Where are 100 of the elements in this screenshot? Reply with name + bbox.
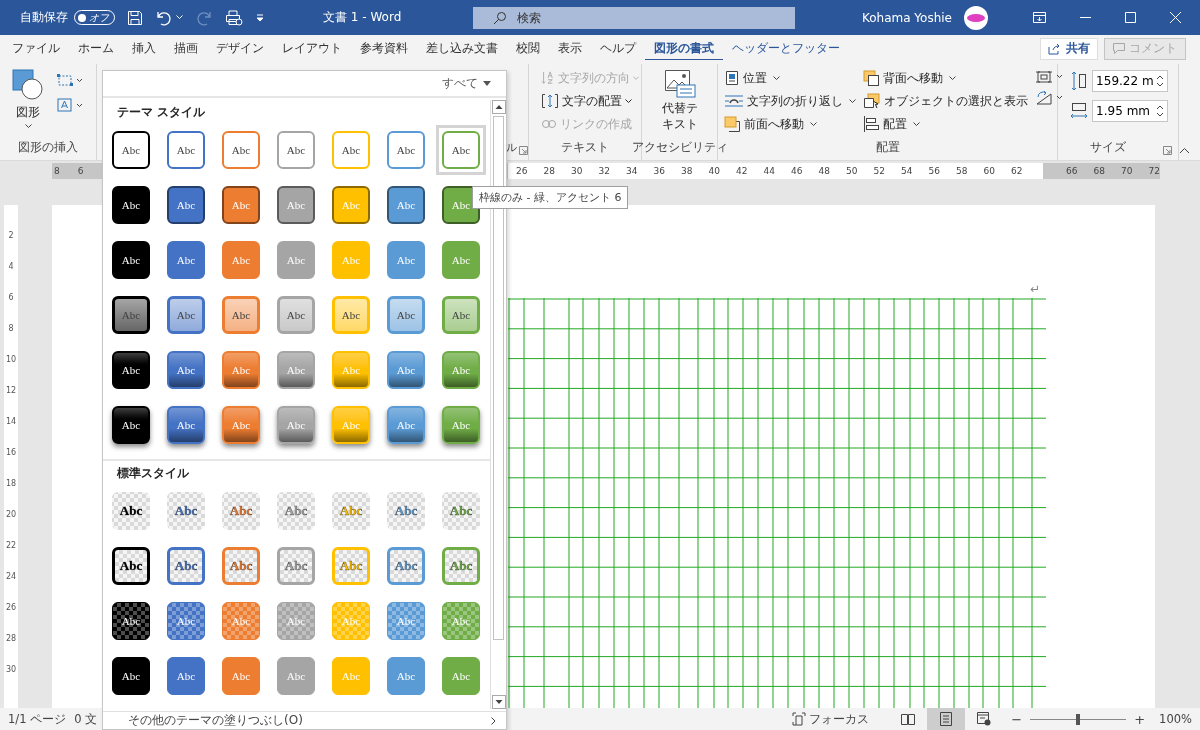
ruler-number: 22 xyxy=(5,541,17,552)
text-align-icon xyxy=(541,93,560,109)
word-count[interactable]: 0 文 xyxy=(74,711,98,727)
ribbon-tab[interactable]: 図形の書式 xyxy=(645,35,723,62)
arrange-button[interactable]: 前面へ移動 xyxy=(722,113,859,135)
ribbon-tab[interactable]: ホーム xyxy=(69,35,123,62)
style-swatch[interactable]: Abc xyxy=(436,125,486,175)
ribbon-tab[interactable]: 参考資料 xyxy=(351,35,417,62)
edit-shape-icon xyxy=(56,73,84,87)
ruler-number: 58 xyxy=(956,166,969,176)
shape-width-icon xyxy=(1070,101,1089,121)
share-button[interactable]: 共有 xyxy=(1040,37,1098,60)
zoom-level[interactable]: 100% xyxy=(1159,712,1192,726)
save-icon[interactable] xyxy=(127,9,143,26)
ruler-number: 50 xyxy=(846,166,859,176)
ruler-number: 46 xyxy=(791,166,804,176)
bring-forward-icon xyxy=(724,116,742,132)
ruler-number: 26 xyxy=(5,603,17,614)
caret-icon xyxy=(849,98,857,104)
wrap-text-icon xyxy=(724,94,745,108)
group-label: ル xyxy=(506,140,518,156)
ruler-number: 60 xyxy=(983,166,996,176)
ribbon-tab[interactable]: 表示 xyxy=(549,35,591,62)
ribbon-tab[interactable]: 描画 xyxy=(165,35,207,62)
ruler-number: 66 xyxy=(1066,166,1079,176)
zoom-thumb[interactable] xyxy=(1076,713,1081,725)
focus-button[interactable]: フォーカス xyxy=(792,711,870,727)
ruler-number: 62 xyxy=(1011,166,1024,176)
ruler-number: 44 xyxy=(763,166,776,176)
customize-icon[interactable] xyxy=(255,12,265,23)
paragraph-mark: ↵ xyxy=(1029,281,1040,296)
ruler-number: 6 xyxy=(8,293,14,304)
zoom-in-button[interactable]: + xyxy=(1134,711,1146,727)
caret-icon[interactable] xyxy=(176,15,183,20)
ruler-number: 20 xyxy=(5,510,17,521)
dialog-launcher-icon[interactable] xyxy=(1163,145,1172,155)
ribbon-display-icon[interactable] xyxy=(1033,12,1046,23)
share-icon xyxy=(1048,42,1061,55)
ruler-number: 32 xyxy=(598,166,611,176)
arrange-button[interactable]: 配置 xyxy=(861,113,1031,135)
arrange-button[interactable]: オブジェクトの選択と表示 xyxy=(861,90,1031,112)
collapse-ribbon-icon[interactable] xyxy=(1179,147,1190,154)
caret-icon xyxy=(773,75,781,81)
scroll-up-icon[interactable] xyxy=(491,100,506,114)
printer-icon[interactable] xyxy=(225,9,243,26)
ribbon-tab[interactable]: デザイン xyxy=(207,35,273,62)
more-fills-menu-item[interactable]: その他のテーマの塗りつぶし(O) xyxy=(103,711,506,729)
page-count[interactable]: 1/1 ページ xyxy=(8,711,67,727)
ruler-number: 10 xyxy=(5,355,17,366)
arrange-button[interactable]: 文字列の折り返し xyxy=(722,90,859,112)
ruler-number: 30 xyxy=(5,665,17,676)
arrange-button[interactable]: 位置 xyxy=(722,67,859,89)
dialog-launcher-icon[interactable] xyxy=(519,145,529,155)
ribbon-tab[interactable]: ファイル xyxy=(3,35,69,62)
window-title: 文書 1 - Word xyxy=(323,9,402,26)
ribbon-tab[interactable]: ヘッダーとフッター xyxy=(723,35,849,62)
avatar-icon[interactable] xyxy=(964,5,988,30)
ribbon-tab[interactable]: 挿入 xyxy=(123,35,165,62)
ruler-number: 72 xyxy=(1148,166,1161,176)
ruler-number: 48 xyxy=(818,166,831,176)
section-heading: 標準スタイル xyxy=(116,465,190,482)
caret-icon xyxy=(949,75,957,81)
ruler-number: 12 xyxy=(5,386,17,397)
alt-text-icon xyxy=(663,69,696,99)
user-name[interactable]: Kohama Yoshie xyxy=(861,10,952,25)
alt-text-button[interactable]: 代替テキスト xyxy=(657,67,702,140)
close-icon[interactable] xyxy=(1170,12,1181,23)
ribbon-tab[interactable]: レイアウト xyxy=(273,35,351,62)
height-field[interactable]: 159.22 m xyxy=(1092,70,1169,92)
undo-icon[interactable] xyxy=(155,9,173,26)
ribbon-tab[interactable]: ヘルプ xyxy=(591,35,645,62)
ruler-number: 42 xyxy=(736,166,749,176)
arrange-button[interactable]: 背面へ移動 xyxy=(861,67,1031,89)
ribbon-tab[interactable]: 差し込み文書 xyxy=(417,35,507,62)
spinner-icon[interactable] xyxy=(1156,103,1165,119)
group-label: 配置 xyxy=(875,140,900,156)
spinner-icon[interactable] xyxy=(1156,73,1165,89)
autosave-label: 自動保存 xyxy=(20,9,68,26)
group-label: アクセシビリティ xyxy=(631,140,728,156)
width-field[interactable]: 1.95 mm xyxy=(1092,100,1169,122)
caret-icon xyxy=(625,98,633,104)
align-icon xyxy=(863,116,881,132)
send-backward-icon xyxy=(863,70,881,86)
shapes-button[interactable]: 図形 xyxy=(8,67,48,140)
view-button[interactable] xyxy=(927,708,966,730)
text-tool-button[interactable]: 文字の配置 xyxy=(539,90,642,112)
scroll-down-icon[interactable] xyxy=(491,695,506,709)
filter-dropdown[interactable]: すべて xyxy=(442,75,491,92)
text-box-icon xyxy=(56,97,84,113)
position-icon xyxy=(724,70,741,86)
search-field[interactable]: 検索 xyxy=(473,6,796,29)
maximize-icon[interactable] xyxy=(1125,12,1136,23)
ruler-number: 70 xyxy=(1121,166,1134,176)
caret-icon xyxy=(633,75,640,81)
focus-icon xyxy=(792,712,807,726)
search-icon xyxy=(493,10,508,25)
ribbon-tab[interactable]: 校閲 xyxy=(507,35,549,62)
shape-height-icon xyxy=(1070,71,1089,91)
ruler-number: 34 xyxy=(626,166,639,176)
zoom-out-button[interactable]: − xyxy=(1011,711,1023,727)
